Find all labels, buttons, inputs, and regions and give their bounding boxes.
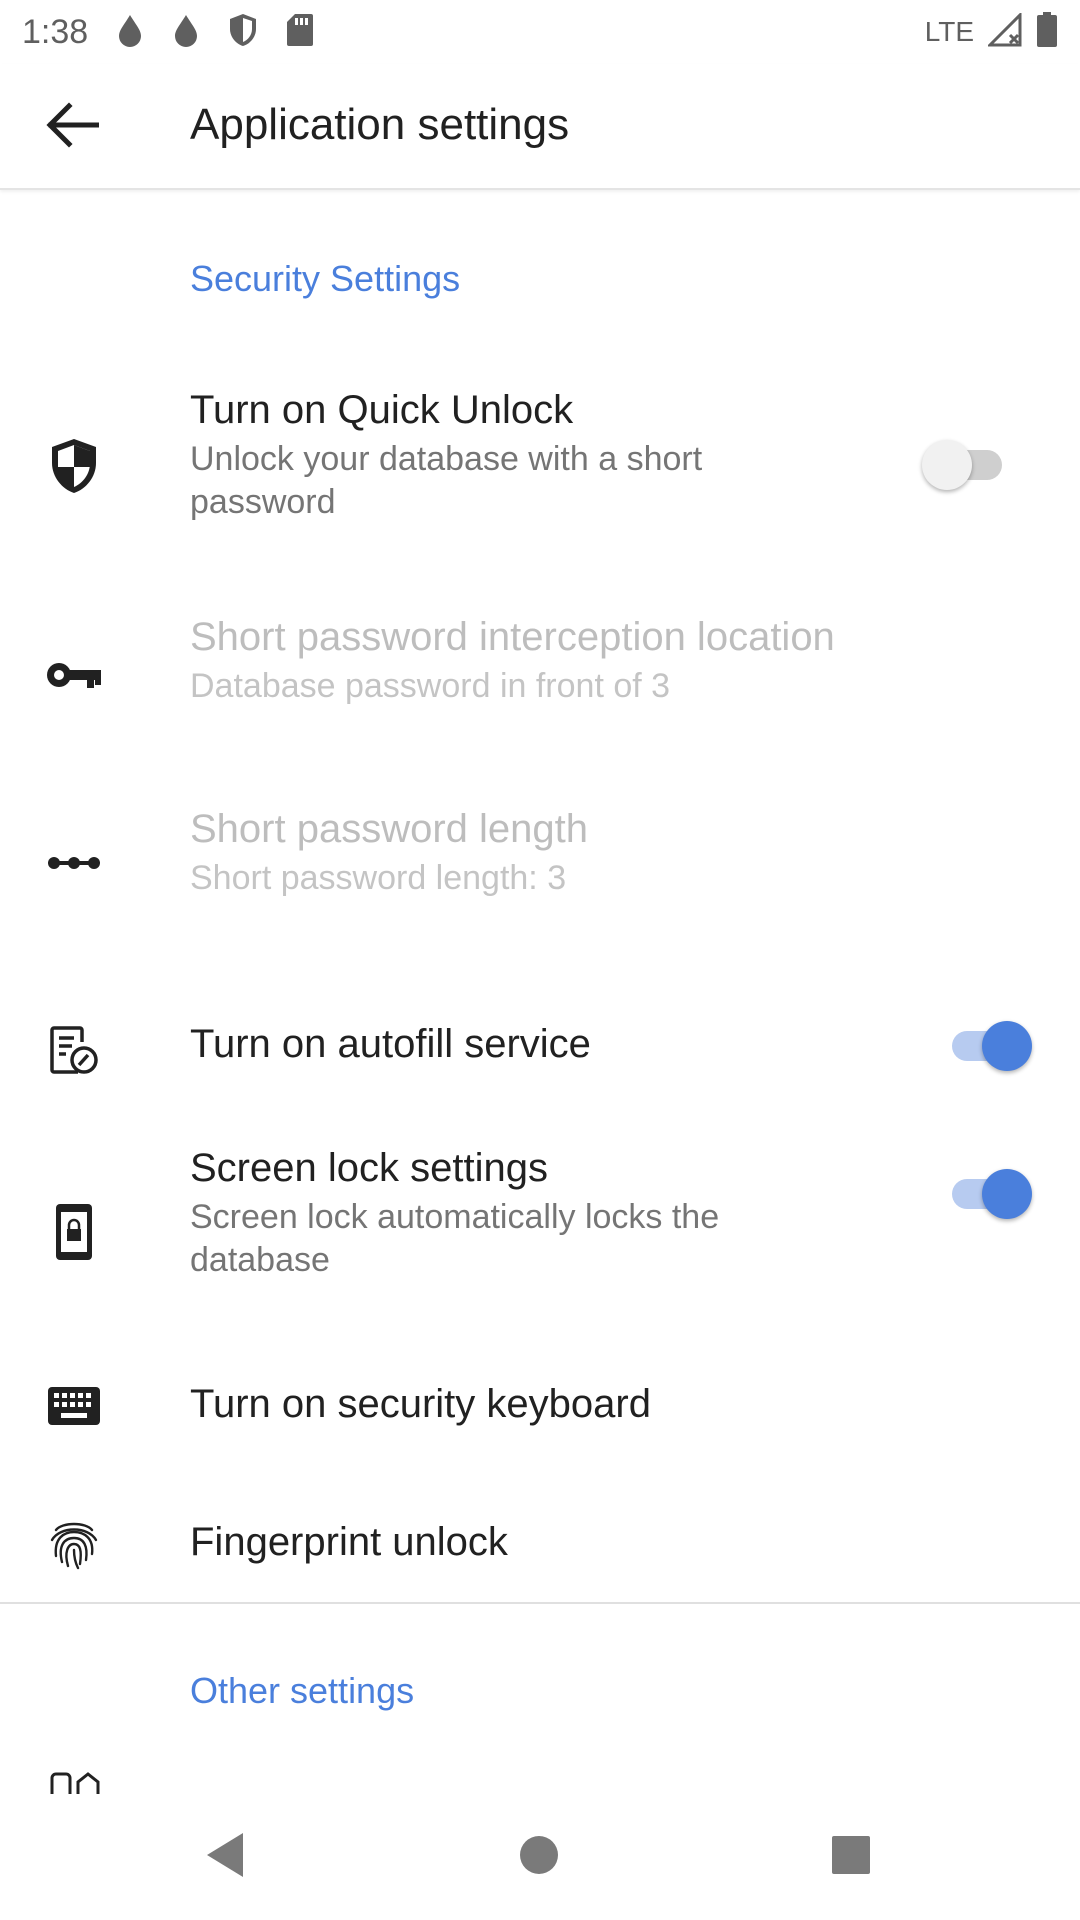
nav-home-button[interactable] [506, 1824, 572, 1890]
quick-unlock-switch[interactable] [922, 436, 1012, 492]
pref-partial-item[interactable] [0, 1772, 1080, 1794]
signal-icon [986, 10, 1022, 52]
pref-title: Short password interception location [190, 615, 835, 659]
sd-card-icon [286, 13, 314, 52]
pref-quick-unlock[interactable]: Turn on Quick Unlock Unlock your databas… [0, 362, 1080, 572]
pref-title: Short password length [190, 807, 589, 851]
shield-icon [40, 432, 108, 500]
section-header-other: Other settings [190, 1670, 415, 1711]
pref-title: Turn on security keyboard [190, 1382, 651, 1426]
settings-list[interactable]: Security Settings Turn on Quick Unlock U… [0, 192, 1080, 1794]
pref-short-password-length: Short password length Short password len… [0, 789, 1080, 939]
back-triangle-icon [203, 1831, 247, 1884]
autofill-switch[interactable] [942, 1017, 1032, 1073]
pref-interception-location: Short password interception location Dat… [0, 597, 1080, 747]
switch-thumb [982, 1169, 1032, 1219]
app-bar: Application settings [0, 64, 1080, 190]
status-time: 1:38 [22, 12, 89, 51]
pref-security-keyboard[interactable]: Turn on security keyboard [0, 1342, 1080, 1472]
page-title: Application settings [190, 100, 570, 149]
keyboard-icon [40, 1372, 108, 1440]
switch-thumb [982, 1021, 1032, 1071]
back-button[interactable] [36, 94, 108, 160]
battery-icon [1036, 11, 1058, 53]
fingerprint-icon [40, 1510, 108, 1578]
drop-icon [116, 13, 144, 52]
section-header-security: Security Settings [190, 258, 461, 299]
nav-recents-button[interactable] [818, 1824, 884, 1890]
pref-screen-lock[interactable]: Screen lock settings Screen lock automat… [0, 1122, 1080, 1332]
section-divider [0, 1602, 1080, 1604]
arrow-left-icon [45, 101, 100, 153]
autofill-icon [40, 1016, 108, 1084]
ui-icon [40, 1772, 108, 1794]
nav-back-button[interactable] [192, 1824, 258, 1890]
pref-title: Fingerprint unlock [190, 1520, 508, 1564]
screen-lock-switch[interactable] [942, 1165, 1032, 1221]
switch-thumb [922, 440, 972, 490]
pref-autofill[interactable]: Turn on autofill service [0, 980, 1080, 1120]
pref-title: Turn on Quick Unlock [190, 388, 574, 432]
network-type: LTE [924, 16, 974, 47]
shield-icon [228, 13, 258, 52]
pref-fingerprint[interactable]: Fingerprint unlock [0, 1482, 1080, 1612]
pref-summary: Unlock your database with a short passwo… [190, 440, 703, 521]
status-bar: 1:38 LTE [0, 0, 1080, 64]
pref-summary: Screen lock automatically locks the data… [190, 1198, 720, 1279]
recents-square-icon [831, 1835, 871, 1880]
pref-title: Turn on autofill service [190, 1022, 591, 1066]
pref-title: Screen lock settings [190, 1146, 548, 1190]
dots-icon [40, 829, 108, 897]
lock-phone-icon [40, 1198, 108, 1266]
drop-icon [172, 13, 200, 52]
key-icon [40, 641, 108, 709]
pref-summary: Short password length: 3 [190, 859, 567, 897]
home-circle-icon [518, 1834, 560, 1881]
navigation-bar [0, 1794, 1080, 1920]
pref-summary: Database password in front of 3 [190, 667, 671, 705]
